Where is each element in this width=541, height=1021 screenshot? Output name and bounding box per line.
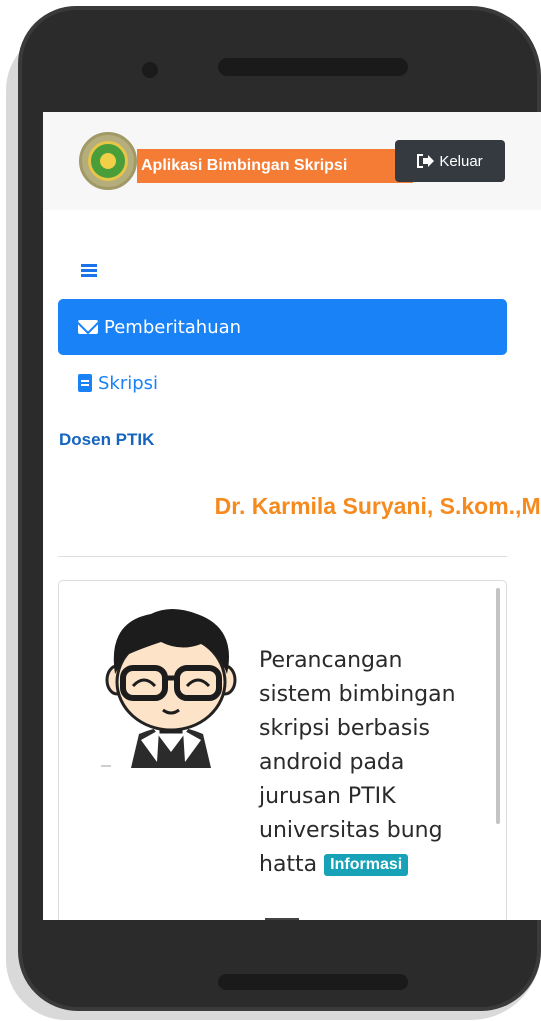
speaker-bar	[218, 58, 408, 76]
hamburger-icon[interactable]	[81, 264, 97, 278]
divider	[58, 556, 507, 557]
thesis-title: Perancangan sistem bimbingan skripsi ber…	[259, 644, 479, 882]
university-seal-icon	[79, 132, 137, 190]
app-screen: Aplikasi Bimbingan Skripsi Keluar Pember…	[43, 112, 541, 920]
nav-item-skripsi[interactable]: Skripsi	[78, 370, 158, 396]
scrollbar[interactable]	[496, 588, 500, 824]
nav-item-pemberitahuan[interactable]: Pemberitahuan	[58, 299, 507, 355]
book-icon	[78, 374, 92, 392]
nav-item-label: Pemberitahuan	[104, 316, 242, 338]
logout-label: Keluar	[439, 152, 483, 170]
student-avatar-illustration	[105, 609, 237, 768]
info-badge[interactable]: Informasi	[324, 854, 409, 876]
sign-out-icon	[417, 154, 435, 168]
top-navbar: Aplikasi Bimbingan Skripsi Keluar	[43, 112, 541, 210]
bottom-indicator	[265, 918, 299, 920]
home-bar	[218, 974, 408, 990]
envelope-icon	[78, 320, 98, 334]
thesis-title-text: Perancangan sistem bimbingan skripsi ber…	[259, 648, 456, 877]
nav-item-label: Skripsi	[98, 372, 159, 394]
camera-dot	[142, 62, 158, 78]
section-label: Dosen PTIK	[59, 430, 155, 449]
logout-button[interactable]: Keluar	[395, 140, 505, 182]
divider	[101, 765, 111, 767]
lecturer-name: Dr. Karmila Suryani, S.kom.,M.	[214, 493, 541, 519]
app-title: Aplikasi Bimbingan Skripsi	[137, 149, 413, 183]
